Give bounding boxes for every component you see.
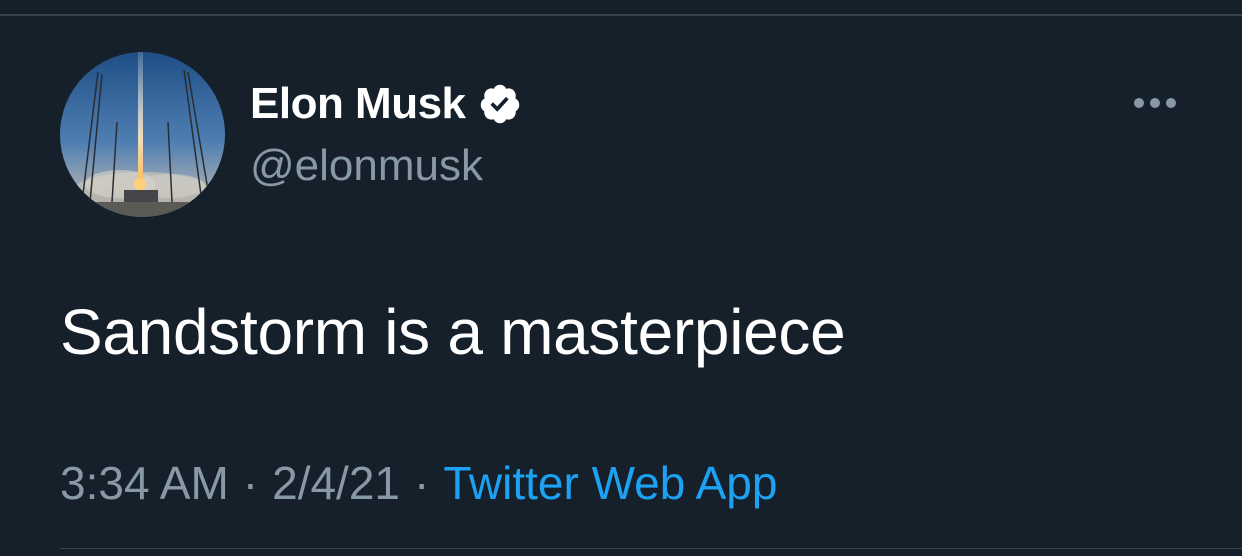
- display-name[interactable]: Elon Musk: [250, 76, 466, 132]
- tweet-text: Sandstorm is a masterpiece: [60, 296, 846, 368]
- more-horizontal-icon[interactable]: [1128, 88, 1182, 118]
- avatar[interactable]: [60, 52, 225, 217]
- source-link[interactable]: Twitter Web App: [443, 457, 777, 509]
- top-divider: [0, 14, 1242, 16]
- author-handle[interactable]: @elonmusk: [250, 140, 483, 192]
- author-name-row[interactable]: Elon Musk: [250, 76, 522, 132]
- tweet-meta: 3:34 AM · 2/4/21 · Twitter Web App: [60, 455, 777, 511]
- tweet-date[interactable]: 2/4/21: [272, 457, 400, 509]
- tweet-time[interactable]: 3:34 AM: [60, 457, 229, 509]
- meta-separator: ·: [414, 457, 430, 509]
- bottom-divider: [60, 548, 1242, 549]
- verified-badge-icon: [478, 82, 522, 126]
- meta-separator: ·: [242, 457, 259, 509]
- rocket-launch-avatar-icon: [60, 52, 225, 217]
